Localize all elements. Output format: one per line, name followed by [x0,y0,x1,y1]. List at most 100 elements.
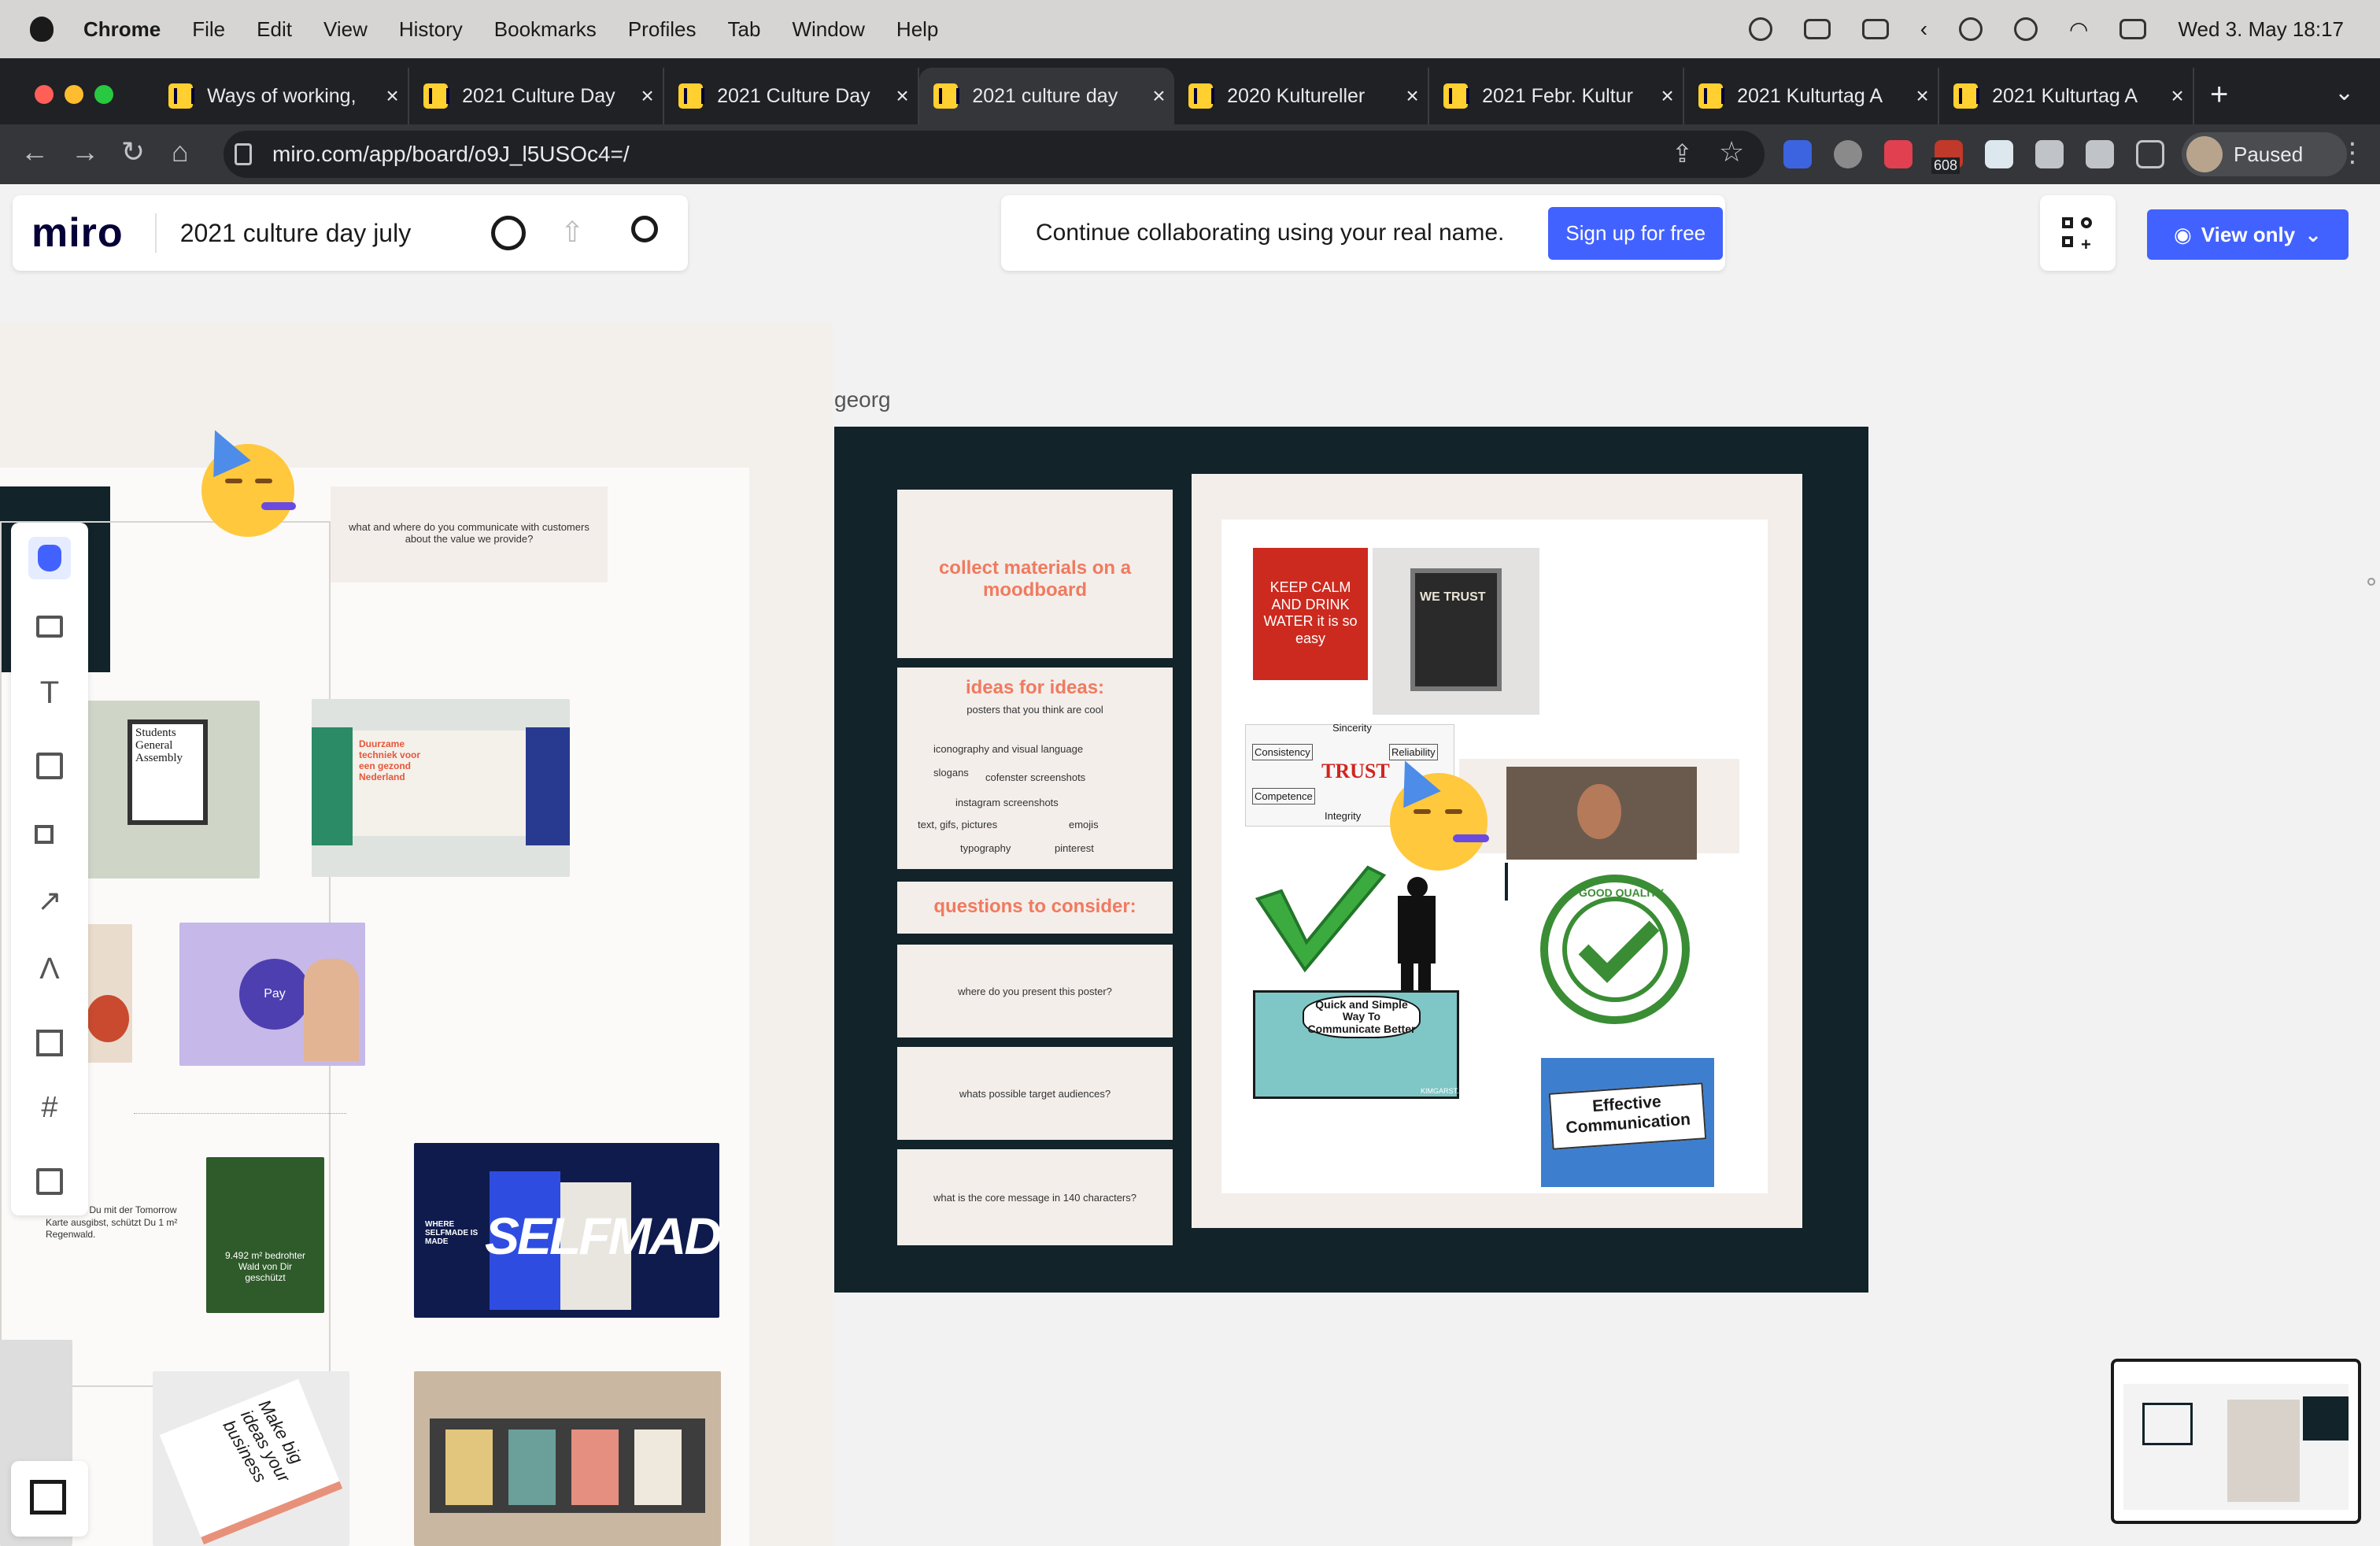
bookmark-star-icon[interactable]: ☆ [1719,135,1744,168]
menu-edit[interactable]: Edit [257,17,292,42]
apple-icon[interactable] [30,17,54,42]
more-menu-icon[interactable]: ⋮ [2339,137,2366,168]
minimap[interactable] [2111,1359,2361,1524]
comment-tool-icon[interactable] [28,606,71,649]
checkmark-icon[interactable] [1250,844,1391,982]
browser-tab[interactable]: 2021 Kulturtag A × [1939,68,2194,124]
tab-close-icon[interactable]: × [377,83,408,109]
url-text[interactable]: miro.com/app/board/o9J_l5USOc4=/ [272,142,630,167]
extension-icon[interactable] [1834,140,1862,168]
sticky-note[interactable]: collect materials on a moodboard [897,490,1173,658]
tab-close-icon[interactable]: × [1652,83,1683,109]
forward-arrow-icon[interactable]: → [71,135,99,168]
bitwarden-icon[interactable] [1783,140,1812,168]
frame-tool-icon[interactable]: # [28,1091,71,1134]
moodboard-image[interactable]: WE TRUST [1373,548,1539,715]
tab-close-icon[interactable]: × [2162,83,2193,109]
menu-window[interactable]: Window [792,17,864,42]
sticky-note[interactable]: whats possible target audiences? [897,1047,1173,1140]
sticky-note-tool-icon[interactable] [28,745,71,787]
image-thumbnail[interactable]: 9.492 m² bedrohter Wald von Dir geschütz… [206,1157,324,1313]
pocket-icon[interactable] [1884,140,1913,168]
templates-tool-icon[interactable] [28,1022,71,1064]
extension-icon[interactable] [1985,140,2013,168]
miro-logo[interactable]: miro [31,209,124,257]
profile-button[interactable]: Paused [2182,132,2347,176]
airpods-icon[interactable] [1959,17,1983,41]
board-title[interactable]: 2021 culture day july [154,213,411,253]
browser-tab[interactable]: Ways of working, × [154,68,409,124]
reload-icon[interactable]: ↻ [121,135,145,168]
sticky-note[interactable]: what is the core message in 140 characte… [897,1149,1173,1245]
display-icon[interactable] [1861,19,1889,39]
vpn-icon[interactable] [2014,17,2038,41]
puzzle-icon[interactable] [2035,140,2064,168]
party-face-emoji-icon[interactable] [1386,752,1489,871]
tab-close-icon[interactable]: × [1144,83,1174,109]
new-tab-button[interactable]: + [2210,77,2228,113]
time-machine-icon[interactable] [1748,17,1772,41]
image-thumbnail[interactable]: WHERE SELFMADE IS MADE SELFMADE [414,1143,719,1318]
tab-close-icon[interactable]: × [887,83,918,109]
browser-tab-active[interactable]: 2021 culture day × [919,68,1174,124]
control-center-icon[interactable] [2119,19,2147,39]
browser-tab[interactable]: 2021 Culture Day × [409,68,664,124]
board-canvas[interactable]: what and where do you communicate with c… [0,184,2380,1546]
browser-tab[interactable]: 2020 Kultureller × [1174,68,1429,124]
menu-tab[interactable]: Tab [728,17,761,42]
browser-tab[interactable]: 2021 Culture Day × [664,68,919,124]
share-icon[interactable]: ⇪ [1672,139,1693,168]
image-thumbnail[interactable]: Students General Assembly [87,701,260,878]
good-quality-badge[interactable]: GOOD QUALITY [1539,874,1691,1025]
side-panel-icon[interactable] [2136,140,2164,168]
view-only-button[interactable]: ◉ View only ⌄ [2147,209,2349,260]
text-tool-icon[interactable]: T [28,675,71,718]
menu-profiles[interactable]: Profiles [628,17,697,42]
image-thumbnail[interactable] [414,1371,721,1546]
sticky-note[interactable]: ideas for ideas: posters that you think … [897,668,1173,869]
moodboard-image[interactable]: Effective Communication [1541,1058,1714,1187]
browser-tab[interactable]: 2021 Febr. Kultur × [1429,68,1684,124]
businessman-figure[interactable] [1391,877,1439,1003]
image-thumbnail[interactable]: Make big ideas your business [153,1371,349,1546]
scroll-indicator[interactable] [2367,578,2375,586]
home-icon[interactable]: ⌂ [172,135,189,168]
search-icon[interactable] [631,216,658,242]
sticky-note[interactable]: what and where do you communicate with c… [331,486,608,583]
menu-bookmarks[interactable]: Bookmarks [494,17,597,42]
moodboard-image[interactable] [1506,767,1697,860]
settings-gear-icon[interactable] [491,216,526,250]
tab-close-icon[interactable]: × [632,83,663,109]
image-thumbnail[interactable]: Duurzame techniek voor een gezond Nederl… [312,699,570,877]
chevron-left-icon[interactable]: ‹ [1920,17,1927,42]
lock-icon[interactable] [235,143,252,165]
sign-up-button[interactable]: Sign up for free [1548,206,1724,260]
upload-tool-icon[interactable] [28,1160,71,1203]
browser-tab[interactable]: 2021 Kulturtag A × [1684,68,1939,124]
frames-panel-icon[interactable] [11,1461,88,1537]
shapes-tool-icon[interactable] [28,814,71,856]
minimize-window-button[interactable] [65,85,83,104]
moodboard-image[interactable]: Quick and Simple Way To Communicate Bett… [1253,990,1476,1099]
menu-help[interactable]: Help [896,17,938,42]
apps-grid-icon[interactable]: + [2040,195,2116,271]
hand-tool-icon[interactable] [28,537,71,579]
reading-list-icon[interactable] [2086,140,2114,168]
sticky-note[interactable]: questions to consider: [897,882,1173,934]
tab-close-icon[interactable]: × [1907,83,1938,109]
image-thumbnail[interactable]: Pay [179,923,365,1066]
export-upload-icon[interactable]: ⇧ [560,216,584,249]
pen-tool-icon[interactable]: Λ [28,952,71,995]
wifi-icon[interactable]: ◠ [2069,17,2088,43]
back-arrow-icon[interactable]: ← [20,135,49,168]
battery-icon[interactable] [1803,19,1831,39]
menu-clock[interactable]: Wed 3. May 18:17 [2178,17,2344,42]
menu-app-name[interactable]: Chrome [83,17,161,42]
party-face-emoji-icon[interactable] [196,421,296,537]
moodboard-image[interactable]: KEEP CALM AND DRINK WATER it is so easy [1253,548,1368,680]
close-window-button[interactable] [35,85,54,104]
zoom-window-button[interactable] [94,85,113,104]
sticky-note[interactable]: where do you present this poster? [897,945,1173,1037]
menu-view[interactable]: View [323,17,368,42]
arrow-line-tool-icon[interactable]: ↗ [28,883,71,926]
